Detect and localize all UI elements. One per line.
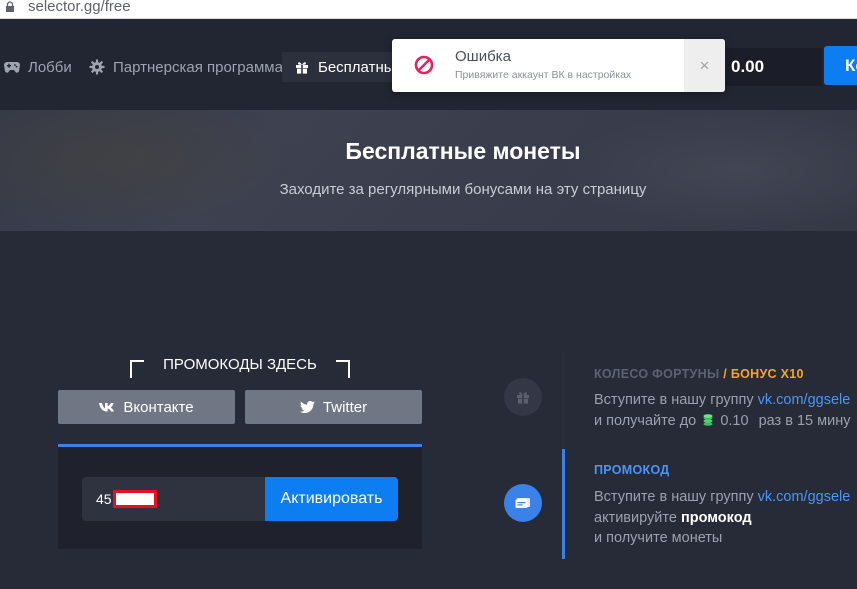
wheel-line-1-text: Вступите в нашу группу [594, 392, 754, 408]
promocode-line-3: и получите монеты [594, 530, 723, 546]
vk-button[interactable]: Вконтакте [58, 390, 235, 424]
wheel-line-2-suffix: раз в 15 мину [758, 413, 851, 429]
toast-title: Ошибка [455, 48, 511, 65]
wheel-line-2-text: и получайте до [594, 413, 697, 429]
page-subtitle: Заходите за регулярными бонусами на эту … [279, 181, 647, 198]
wheel-title: КОЛЕСО ФОРТУНЫ [594, 367, 720, 381]
login-button[interactable]: Ко [824, 46, 857, 85]
wheel-bonus: / БОНУС X10 [723, 367, 804, 381]
promo-code-input[interactable]: 45 [82, 477, 266, 521]
gift-icon [294, 59, 310, 75]
twitter-button[interactable]: Twitter [245, 390, 422, 424]
wheel-amount: 0.10 [720, 413, 749, 429]
balance-display: 0.00 [726, 48, 822, 86]
promocode-line-2: активируйте промокод [594, 510, 752, 526]
wheel-step-circle [504, 378, 542, 416]
promocode-step-circle [504, 484, 542, 522]
promo-heading: ПРОМОКОДЫ ЗДЕСЬ [130, 356, 350, 380]
nav-item-partner[interactable]: Партнерская программа [89, 56, 283, 78]
browser-url-bar[interactable]: selector.gg/free [0, 0, 857, 19]
redaction-box [112, 490, 157, 508]
promo-heading-label: ПРОМОКОДЫ ЗДЕСЬ [163, 356, 317, 373]
gamepad-icon [4, 59, 20, 75]
twitter-icon [299, 401, 315, 413]
wheel-line-1: Вступите в нашу группу vk.com/ggsele [594, 392, 850, 408]
nav-item-lobby[interactable]: Лобби [4, 56, 72, 78]
vk-button-label: Вконтакте [123, 398, 194, 416]
twitter-button-label: Twitter [322, 398, 368, 416]
ticket-icon [515, 498, 530, 508]
wheel-line-2: и получайте до 0.10 раз в 15 мину [594, 413, 850, 429]
nav-item-label: Лобби [28, 58, 72, 76]
error-icon [414, 55, 434, 75]
gift-icon [517, 392, 529, 404]
gear-icon [89, 59, 105, 75]
activate-button[interactable]: Активировать [265, 477, 398, 521]
toast-message: Привяжите аккаунт ВК в настройках [455, 69, 632, 81]
toast-close-button[interactable]: × [684, 39, 725, 92]
vk-icon [99, 403, 115, 412]
nav-item-label: Партнерская программа [113, 58, 283, 76]
error-toast: Ошибка Привяжите аккаунт ВК в настройках… [392, 39, 725, 92]
promocode-title: ПРОМОКОД [594, 463, 670, 477]
promo-code-card: 45 Активировать [58, 444, 422, 549]
lock-icon [6, 1, 14, 12]
promocode-strong-word: промокод [680, 510, 752, 526]
nav-item-label: Бесплатные [318, 58, 403, 76]
hero-banner: Бесплатные монеты Заходите за регулярным… [0, 110, 857, 231]
promocode-line-1: Вступите в нашу группу vk.com/ggsele [594, 489, 850, 505]
promo-code-value: 45 [96, 491, 112, 507]
wheel-title-row: КОЛЕСО ФОРТУНЫ / БОНУС X10 [594, 367, 804, 381]
vk-group-link[interactable]: vk.com/ggsele [758, 392, 851, 408]
timeline-line [562, 352, 564, 452]
timeline-active-marker [562, 449, 565, 559]
coins-icon [703, 414, 713, 426]
promocode-line-2-text: активируйте [594, 510, 677, 526]
page-title: Бесплатные монеты [345, 138, 581, 164]
promocode-line-1-text: Вступите в нашу группу [594, 489, 754, 505]
vk-group-link[interactable]: vk.com/ggsele [758, 489, 851, 505]
url-text[interactable]: selector.gg/free [28, 0, 131, 15]
